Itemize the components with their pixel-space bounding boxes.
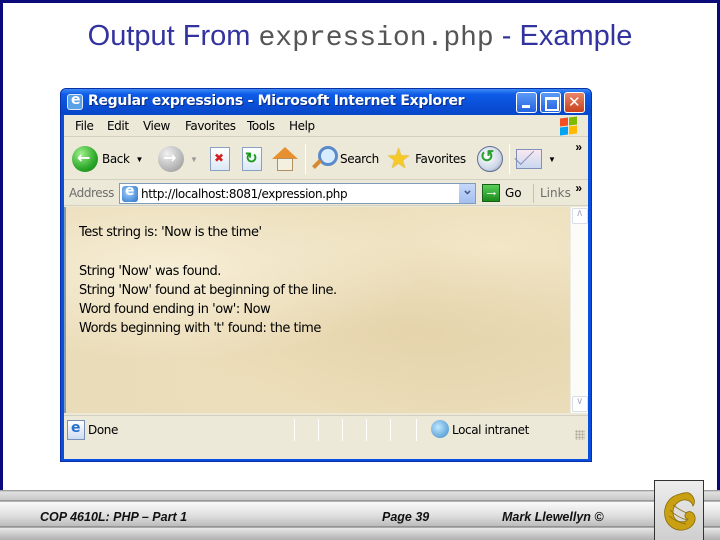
home-button[interactable]	[272, 144, 298, 174]
menu-edit[interactable]: Edit	[107, 119, 129, 133]
refresh-icon	[242, 147, 262, 171]
address-label: Address	[69, 186, 114, 200]
status-pane-divider	[318, 419, 319, 441]
mail-button[interactable]: ▼	[516, 144, 556, 174]
links-button[interactable]: Links	[540, 186, 571, 200]
back-label: Back	[102, 152, 130, 166]
home-icon	[272, 147, 298, 171]
favorites-button[interactable]: ★ Favorites	[386, 144, 466, 174]
forward-dropdown-icon[interactable]: ▼	[190, 155, 198, 164]
search-icon	[312, 146, 338, 172]
content-line: Words beginning with 't' found: the time	[79, 321, 321, 336]
go-arrow-icon	[482, 183, 500, 202]
go-button[interactable]: Go	[482, 183, 522, 202]
search-button[interactable]: Search	[312, 144, 379, 174]
links-separator	[533, 184, 534, 203]
menu-view[interactable]: View	[143, 119, 170, 133]
local-intranet-icon	[431, 420, 449, 438]
content-line: Word found ending in 'ow': Now	[79, 302, 271, 317]
maximize-button[interactable]	[540, 92, 561, 113]
status-bar: Done Local intranet	[64, 415, 588, 459]
links-chevron-icon[interactable]: »	[575, 181, 582, 195]
window-body: File Edit View Favorites Tools Help Back…	[64, 115, 588, 459]
window-title: Regular expressions - Microsoft Internet…	[88, 93, 465, 109]
menu-tools[interactable]: Tools	[247, 119, 275, 133]
status-pane-divider	[294, 419, 295, 441]
menu-help[interactable]: Help	[289, 119, 315, 133]
pegasus-icon	[664, 492, 696, 531]
slide-footer: COP 4610L: PHP – Part 1 Page 39 Mark Lle…	[0, 490, 720, 540]
ucf-logo	[654, 480, 704, 540]
favorites-label: Favorites	[415, 152, 466, 166]
mail-dropdown-icon[interactable]: ▼	[548, 155, 556, 164]
forward-button[interactable]: ▼	[158, 144, 198, 174]
toolbar-chevron-icon[interactable]: »	[575, 140, 582, 154]
title-code: expression.php	[258, 23, 494, 54]
toolbar-separator	[305, 144, 306, 174]
vertical-scrollbar[interactable]	[570, 207, 588, 413]
title-suffix: - Example	[493, 20, 633, 52]
history-icon	[477, 146, 503, 172]
stop-button[interactable]	[210, 144, 230, 174]
forward-arrow-icon	[158, 146, 184, 172]
back-dropdown-icon[interactable]: ▼	[136, 155, 144, 164]
page-content: Test string is: 'Now is the time' String…	[64, 207, 570, 413]
history-button[interactable]	[477, 144, 503, 174]
menu-bar: File Edit View Favorites Tools Help	[64, 115, 588, 137]
back-arrow-icon	[72, 146, 98, 172]
refresh-button[interactable]	[242, 144, 262, 174]
address-bar: Address http://localhost:8081/expression…	[64, 181, 588, 206]
footer-page: Page 39	[382, 510, 430, 524]
address-dropdown-icon[interactable]	[458, 182, 475, 203]
close-button[interactable]	[564, 92, 585, 113]
windows-logo-icon	[558, 115, 580, 137]
back-button[interactable]: Back ▼	[72, 144, 143, 174]
menu-favorites[interactable]: Favorites	[185, 119, 236, 133]
mail-icon	[516, 149, 542, 169]
toolbar-separator	[509, 144, 510, 174]
ie-window: Regular expressions - Microsoft Internet…	[60, 88, 592, 462]
scroll-down-icon[interactable]	[572, 396, 588, 412]
resize-grip-icon[interactable]	[575, 430, 585, 440]
toolbar: Back ▼ ▼ Search ★ Favori	[64, 138, 588, 180]
favorites-star-icon: ★	[386, 143, 412, 174]
status-pane-divider	[366, 419, 367, 441]
minimize-button[interactable]	[516, 92, 537, 113]
address-input[interactable]: http://localhost:8081/expression.php	[119, 182, 476, 204]
title-bar[interactable]: Regular expressions - Microsoft Internet…	[61, 89, 591, 115]
content-line: String 'Now' found at beginning of the l…	[79, 283, 337, 298]
ie-page-icon	[67, 420, 85, 440]
ie-page-icon	[122, 183, 138, 202]
stop-icon	[210, 147, 230, 171]
security-zone: Local intranet	[452, 423, 529, 437]
footer-author: Mark Llewellyn ©	[502, 510, 604, 524]
go-label: Go	[505, 186, 522, 200]
scroll-up-icon[interactable]	[572, 208, 588, 224]
menu-file[interactable]: File	[75, 119, 94, 133]
status-pane-divider	[342, 419, 343, 441]
title-prefix: Output From	[87, 20, 259, 52]
ie-page-icon	[67, 92, 83, 110]
content-line: Test string is: 'Now is the time'	[79, 225, 262, 240]
address-url: http://localhost:8081/expression.php	[141, 187, 348, 201]
search-label: Search	[340, 152, 379, 166]
footer-course: COP 4610L: PHP – Part 1	[40, 510, 188, 524]
status-text: Done	[88, 423, 118, 437]
status-pane-divider	[416, 419, 417, 441]
content-line: String 'Now' was found.	[79, 264, 221, 279]
status-pane-divider	[390, 419, 391, 441]
slide-title: Output From expression.php - Example	[0, 20, 720, 54]
